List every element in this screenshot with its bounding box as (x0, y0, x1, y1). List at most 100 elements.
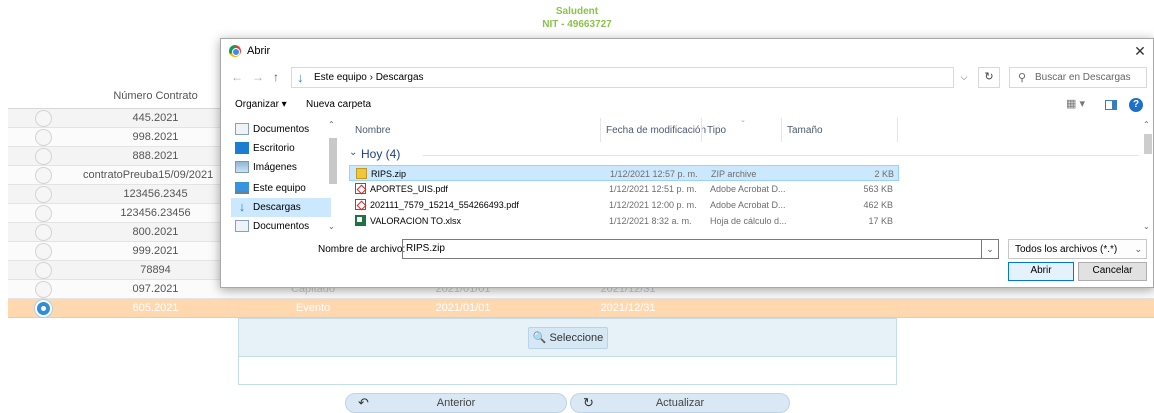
documents-icon (235, 220, 249, 232)
contract-number: 605.2021 (132, 302, 179, 314)
column-divider (781, 118, 782, 142)
address-path: Este equipo › Descargas (314, 72, 424, 83)
table-row-selected[interactable]: 605.2021 Evento 2021/01/01 2021/12/31 (8, 299, 1154, 318)
scrollbar-thumb[interactable] (329, 138, 337, 184)
file-type: Hoja de cálculo d... (710, 216, 787, 226)
filetype-select[interactable]: Todos los archivos (*.*) ⌄ (1008, 239, 1147, 259)
chevron-down-icon: ⌄ (1134, 244, 1142, 254)
file-row[interactable]: VALORACION TO.xlsx 1/12/2021 8:32 a. m. … (349, 213, 899, 229)
scroll-up-icon[interactable]: ⌃ (328, 120, 335, 129)
filetype-value: Todos los archivos (*.*) (1015, 244, 1118, 255)
file-name: 202111_7579_15214_554266493.pdf (370, 200, 519, 210)
row-radio[interactable] (35, 262, 52, 279)
row-radio[interactable] (35, 167, 52, 184)
file-row[interactable]: RIPS.zip 1/12/2021 12:57 p. m. ZIP archi… (349, 165, 899, 181)
sort-indicator-icon: ⌄ (740, 117, 746, 124)
chevron-down-icon: ⌄ (349, 147, 358, 158)
row-radio[interactable] (35, 243, 52, 260)
row-radio[interactable] (35, 186, 52, 203)
file-modified: 1/12/2021 8:32 a. m. (609, 216, 692, 226)
cancel-button[interactable]: Cancelar (1078, 262, 1147, 281)
address-bar[interactable]: ↓ Este equipo › Descargas (291, 67, 954, 88)
this-pc-icon (235, 182, 249, 194)
nav-scrollbar[interactable]: ⌃ ⌄ (328, 118, 339, 234)
file-size: 17 KB (868, 216, 893, 226)
file-type: Adobe Acrobat D... (710, 184, 786, 194)
column-divider (701, 118, 702, 142)
forward-nav-icon[interactable]: → (252, 70, 264, 84)
dialog-title: Abrir (247, 45, 271, 57)
refresh-button-label: Actualizar (655, 397, 705, 409)
contract-number: 097.2021 (132, 283, 179, 295)
organize-button[interactable]: Organizar ▾ (235, 99, 287, 110)
contract-type: Evento (295, 302, 331, 314)
file-name: VALORACION TO.xlsx (370, 216, 462, 226)
downloads-icon: ↓ (238, 199, 246, 214)
group-header[interactable]: ⌄ Hoy (4) (349, 147, 1139, 163)
chrome-icon (229, 45, 241, 57)
file-select-bar: 🔍 Seleccione (239, 319, 896, 357)
row-radio-selected[interactable] (35, 300, 52, 317)
file-modified: 1/12/2021 12:57 p. m. (610, 169, 698, 179)
row-radio[interactable] (35, 110, 52, 127)
file-modified: 1/12/2021 12:00 p. m. (609, 200, 697, 210)
file-list: ⌄ Nombre Fecha de modificación Tipo Tama… (341, 117, 1154, 234)
column-header-modified[interactable]: Fecha de modificación (606, 125, 706, 136)
search-placeholder: Buscar en Descargas (1035, 72, 1131, 83)
file-row[interactable]: APORTES_UIS.pdf 1/12/2021 12:51 p. m. Ad… (349, 181, 899, 197)
refresh-icon[interactable]: ↻ (978, 67, 1000, 88)
documents-icon (235, 123, 249, 135)
open-file-dialog: Abrir ✕ ← → ↑ ↓ Este equipo › Descargas … (220, 38, 1154, 288)
row-radio[interactable] (35, 224, 52, 241)
filename-input[interactable]: RIPS.zip (402, 239, 982, 259)
close-icon[interactable]: ✕ (1131, 42, 1149, 60)
column-header-type[interactable]: Tipo (707, 125, 726, 136)
scroll-up-icon[interactable]: ⌃ (1143, 120, 1150, 129)
back-button[interactable]: ↶ Anterior (345, 393, 567, 413)
scroll-down-icon[interactable]: ⌄ (328, 222, 335, 231)
refresh-button[interactable]: ↻ Actualizar (570, 393, 790, 413)
nav-item-desktop[interactable]: Escritorio (231, 139, 331, 158)
column-divider (897, 118, 898, 142)
nav-item-documents[interactable]: Documentos (231, 217, 331, 234)
file-name: APORTES_UIS.pdf (370, 184, 448, 194)
scrollbar-thumb[interactable] (1144, 134, 1152, 154)
navigation-pane: Documentos Escritorio Imágenes Este equi… (221, 118, 339, 234)
help-icon[interactable]: ? (1129, 98, 1143, 112)
nav-item-pictures[interactable]: Imágenes (231, 158, 331, 177)
search-icon: 🔍 (532, 332, 547, 344)
nav-item-this-pc[interactable]: Este equipo (231, 179, 331, 198)
file-type: ZIP archive (711, 169, 757, 179)
contract-start: 2021/01/01 (435, 302, 491, 314)
contract-number: 998.2021 (132, 131, 179, 143)
nav-item-downloads[interactable]: ↓ Descargas (231, 198, 331, 217)
open-button[interactable]: Abrir (1008, 262, 1074, 281)
new-folder-button[interactable]: Nueva carpeta (306, 99, 371, 110)
select-file-button[interactable]: 🔍 Seleccione (528, 327, 608, 349)
row-radio[interactable] (35, 148, 52, 165)
view-options-icon[interactable]: ▦ ▾ (1066, 97, 1085, 110)
chevron-down-icon[interactable]: ⌄ (982, 239, 999, 259)
row-radio[interactable] (35, 205, 52, 222)
nav-item-documents[interactable]: Documentos (231, 120, 331, 139)
file-size: 563 KB (863, 184, 893, 194)
column-header-name[interactable]: Nombre (355, 125, 391, 136)
select-file-label: Seleccione (549, 332, 604, 344)
scroll-down-icon[interactable]: ⌄ (1143, 222, 1150, 231)
preview-pane-icon[interactable] (1105, 100, 1117, 110)
file-list-scrollbar[interactable]: ⌃ ⌄ (1142, 118, 1154, 234)
file-row[interactable]: 202111_7579_15214_554266493.pdf 1/12/202… (349, 197, 899, 213)
contract-number: contratoPreuba15/09/2021 (83, 169, 214, 181)
row-radio[interactable] (35, 129, 52, 146)
nav-item-label: Imágenes (253, 162, 297, 173)
nav-item-label: Descargas (253, 202, 301, 213)
excel-icon (355, 215, 366, 226)
dialog-titlebar: Abrir ✕ (221, 39, 1153, 64)
back-nav-icon[interactable]: ← (231, 70, 243, 84)
contract-number: 123456.2345 (123, 188, 188, 200)
row-radio[interactable] (35, 281, 52, 298)
up-folder-icon[interactable]: ↑ (273, 70, 279, 84)
column-header-size[interactable]: Tamaño (787, 125, 823, 136)
search-input[interactable]: ⚲ Buscar en Descargas (1009, 67, 1147, 88)
address-dropdown-icon[interactable]: ⌵ (954, 67, 974, 88)
